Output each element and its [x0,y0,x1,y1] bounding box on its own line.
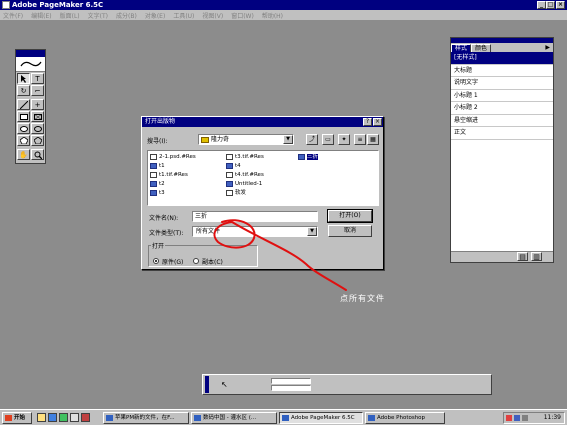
system-tray: 11:39 [503,412,565,424]
control-field-x[interactable] [271,378,311,384]
control-palette: ↖ [202,374,492,395]
pagemaker-icon [282,415,289,421]
annotation-scribble [213,219,347,291]
photoshop-icon [368,415,375,421]
ie-icon [106,415,113,421]
control-field-y[interactable] [271,385,311,391]
clock[interactable]: 11:39 [544,413,561,423]
volume-icon[interactable] [522,415,528,421]
taskbar: 开始 苹果PM新的文件，在F... 数码中国 - 灌水区 (... Adobe … [0,409,567,425]
app-window: Adobe PageMaker 6.5C _ □ × 文件(F) 编辑(E) 版… [0,0,567,425]
taskbar-item[interactable]: 苹果PM新的文件，在F... [103,412,189,424]
annotation-text: 点所有文件 [340,294,385,303]
taskbar-item[interactable]: 数码中国 - 灌水区 (... [191,412,277,424]
control-palette-grip[interactable] [205,376,209,393]
ie-icon[interactable] [48,413,57,422]
start-button[interactable]: 开始 [2,412,32,424]
desktop-icon[interactable] [70,413,79,422]
control-pointer-icon: ↖ [221,380,228,389]
ie-icon [194,415,201,421]
tray-icon[interactable] [514,415,520,421]
windows-logo-icon [5,415,12,421]
outlook-icon[interactable] [59,413,68,422]
taskbar-item-active[interactable]: Adobe PageMaker 6.5C [279,412,363,424]
quicklaunch-icon[interactable] [37,413,46,422]
open-group-label: 打开 [151,241,166,250]
tray-icon[interactable] [506,415,512,421]
taskbar-item[interactable]: Adobe Photoshop [365,412,445,424]
media-icon[interactable] [81,413,90,422]
